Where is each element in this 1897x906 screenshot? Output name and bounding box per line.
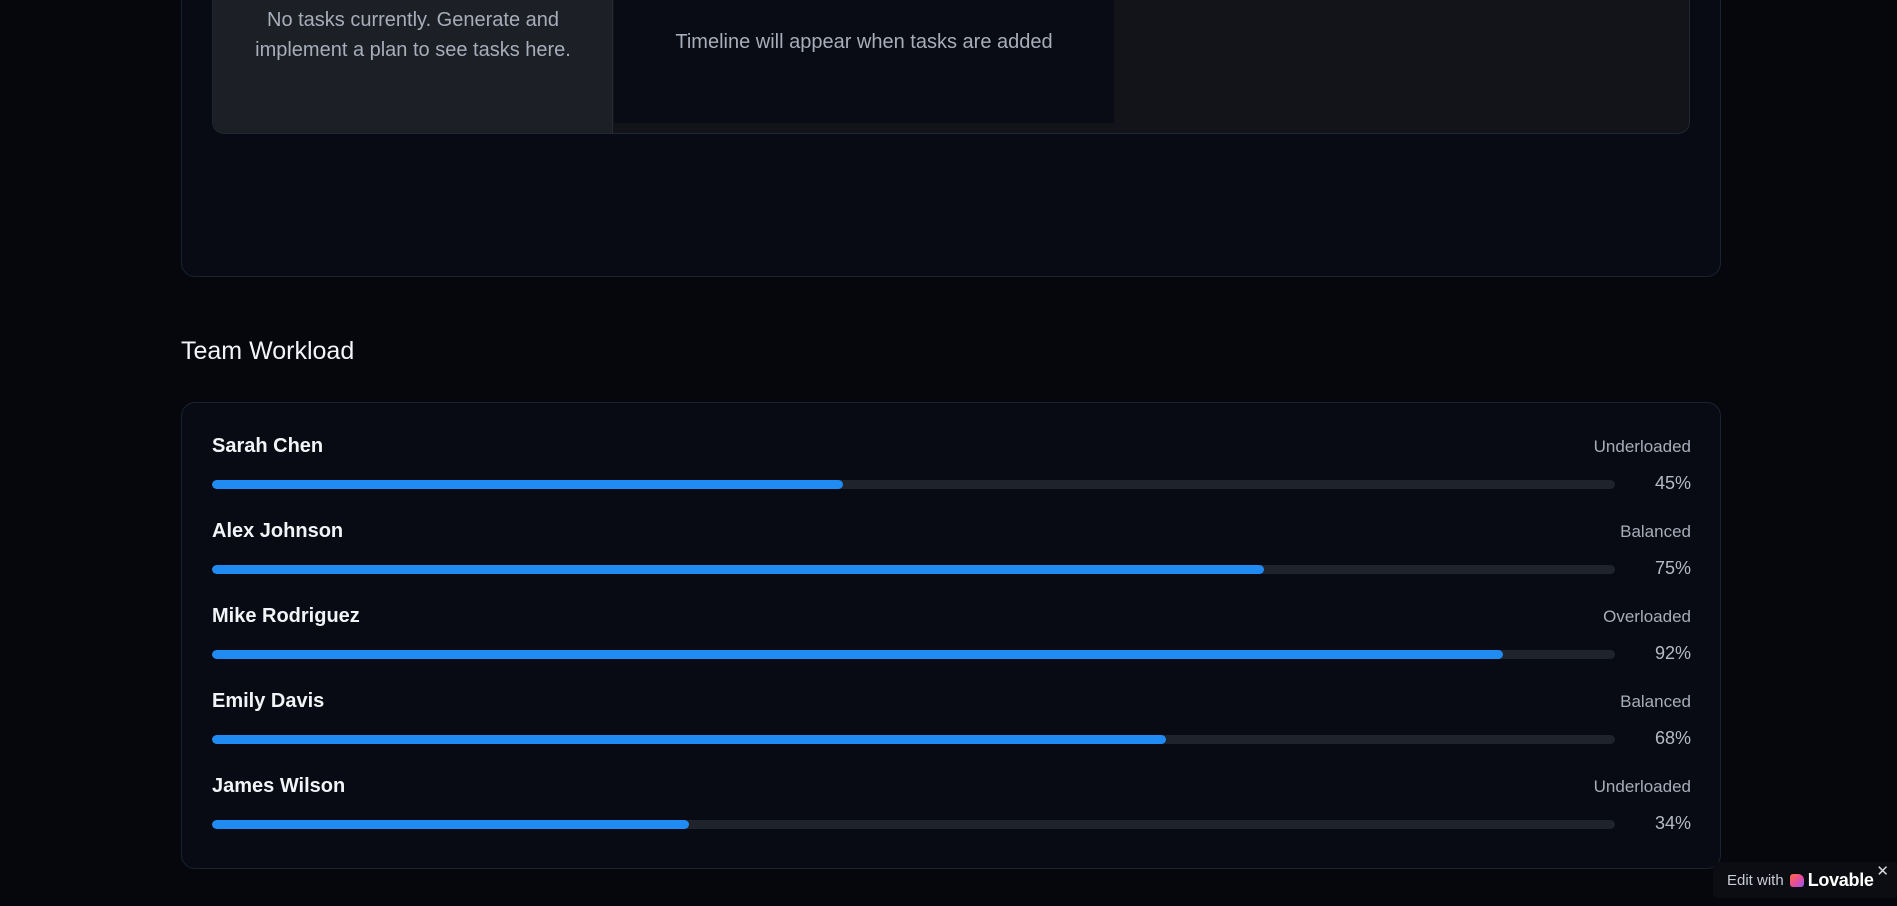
member-status: Overloaded <box>1603 607 1691 626</box>
workload-bar-fill <box>212 565 1265 574</box>
workload-row-sarah-chen: Sarah Chen Underloaded 45% <box>212 435 1691 505</box>
lovable-heart-icon <box>1789 873 1804 887</box>
member-name: Alex Johnson <box>212 520 344 542</box>
workload-bar-fill <box>212 480 844 489</box>
member-percent: 75% <box>1654 558 1691 578</box>
workload-bar-track <box>212 820 1615 829</box>
edit-with-lovable-badge[interactable]: Edit with Lovable ✕ <box>1713 862 1897 898</box>
member-name: Sarah Chen <box>212 435 324 457</box>
member-percent: 68% <box>1654 728 1691 748</box>
team-workload-title: Team Workload <box>181 337 355 365</box>
member-percent: 34% <box>1654 813 1691 833</box>
member-percent: 92% <box>1654 643 1691 663</box>
task-timeline-panel: No tasks currently. Generate and impleme… <box>212 0 1690 134</box>
workload-bar-fill <box>212 820 690 829</box>
member-status: Balanced <box>1620 522 1691 541</box>
timeline-empty-message: Timeline will appear when tasks are adde… <box>675 31 1053 53</box>
workload-row-mike-rodriguez: Mike Rodriguez Overloaded 92% <box>212 605 1691 675</box>
workload-bar-fill <box>212 735 1167 744</box>
lovable-brand: Lovable <box>1807 869 1874 890</box>
member-status: Underloaded <box>1593 437 1691 456</box>
member-name: James Wilson <box>212 775 346 797</box>
member-name: Emily Davis <box>212 690 325 712</box>
team-workload-card: Sarah Chen Underloaded 45% Alex Johnson … <box>181 402 1721 869</box>
workload-row-alex-johnson: Alex Johnson Balanced 75% <box>212 520 1691 590</box>
member-percent: 45% <box>1654 473 1691 493</box>
member-status: Underloaded <box>1593 777 1691 796</box>
workload-row-james-wilson: James Wilson Underloaded 34% <box>212 775 1691 845</box>
workload-bar-track <box>212 480 1615 489</box>
timeline-column: Timeline will appear when tasks are adde… <box>614 0 1114 123</box>
member-name: Mike Rodriguez <box>212 605 360 627</box>
workload-bar-track <box>212 735 1615 744</box>
workload-bar-track <box>212 650 1615 659</box>
close-icon[interactable]: ✕ <box>1876 862 1889 880</box>
task-empty-message: No tasks currently. Generate and impleme… <box>255 9 571 61</box>
workload-bar-fill <box>212 650 1503 659</box>
workload-row-emily-davis: Emily Davis Balanced 68% <box>212 690 1691 760</box>
workload-bar-track <box>212 565 1615 574</box>
member-status: Balanced <box>1620 692 1691 711</box>
badge-prefix: Edit with <box>1727 871 1784 889</box>
task-list-column: No tasks currently. Generate and impleme… <box>213 0 613 133</box>
